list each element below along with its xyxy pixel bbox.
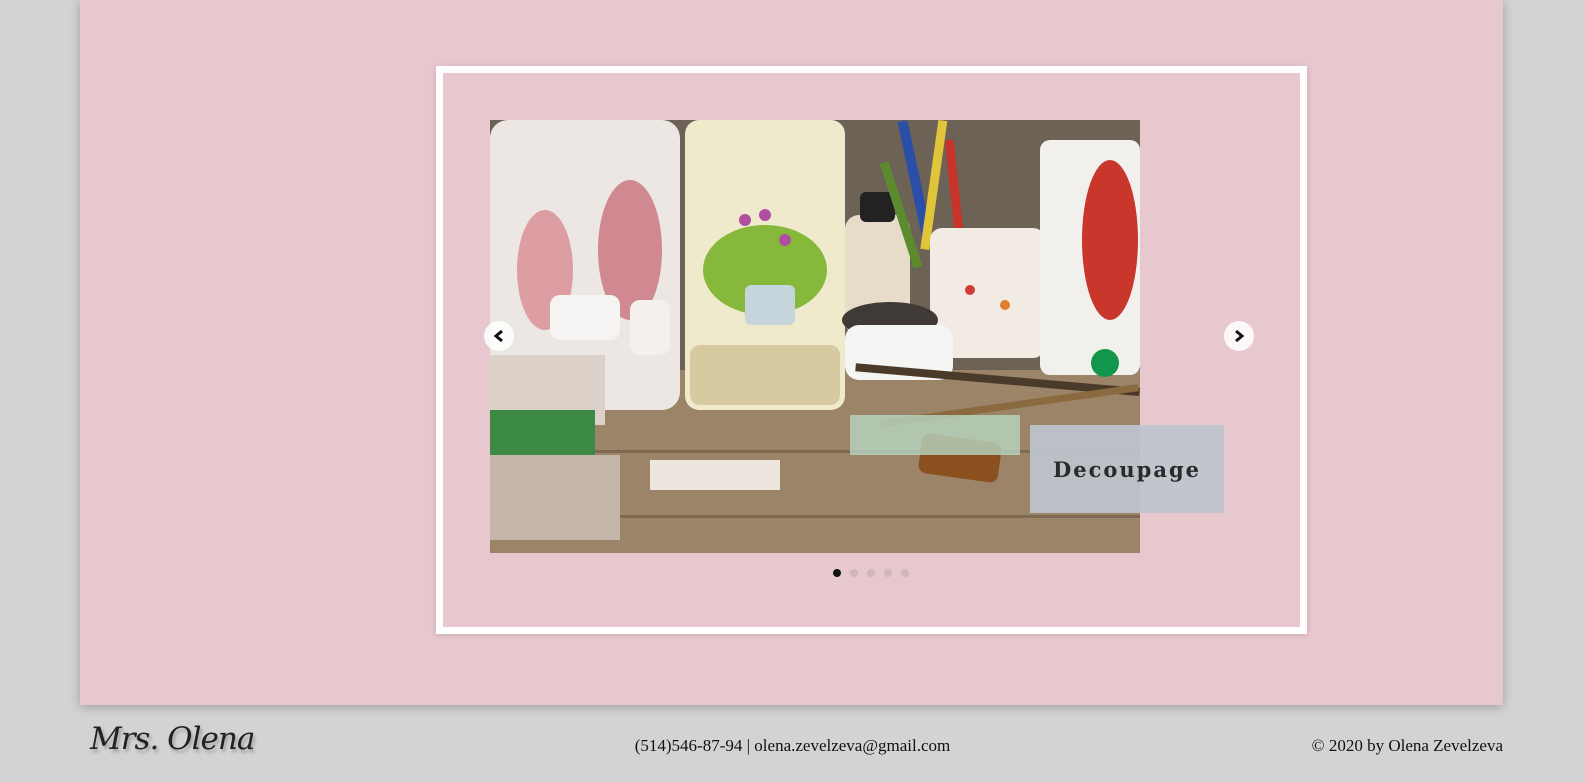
copyright-text: © 2020 by Olena Zevelzeva	[1311, 736, 1503, 755]
pagination-dot-2[interactable]	[850, 569, 858, 577]
gallery-inner: Decoupage	[443, 73, 1300, 627]
chevron-right-icon	[1235, 329, 1245, 343]
chevron-left-icon	[493, 329, 503, 343]
contact-separator: |	[746, 736, 751, 755]
slide-caption[interactable]: Decoupage	[1030, 425, 1224, 513]
phone-number: (514)546-87-94	[634, 736, 743, 755]
pagination-dot-3[interactable]	[867, 569, 875, 577]
previous-slide-button[interactable]	[484, 321, 514, 351]
next-slide-button[interactable]	[1224, 321, 1254, 351]
pagination-dot-4[interactable]	[884, 569, 892, 577]
slide-caption-text: Decoupage	[1053, 456, 1201, 482]
footer: Mrs. Olena (514)546-87-94 | olena.zevelz…	[0, 705, 1585, 782]
email-link[interactable]: olena.zevelzeva@gmail.com	[754, 736, 950, 755]
gallery-frame: Decoupage	[436, 66, 1307, 634]
pagination-dot-5[interactable]	[901, 569, 909, 577]
slide-pagination	[833, 568, 909, 578]
pagination-dot-1[interactable]	[833, 569, 841, 577]
content-section: Decoupage	[80, 0, 1503, 705]
